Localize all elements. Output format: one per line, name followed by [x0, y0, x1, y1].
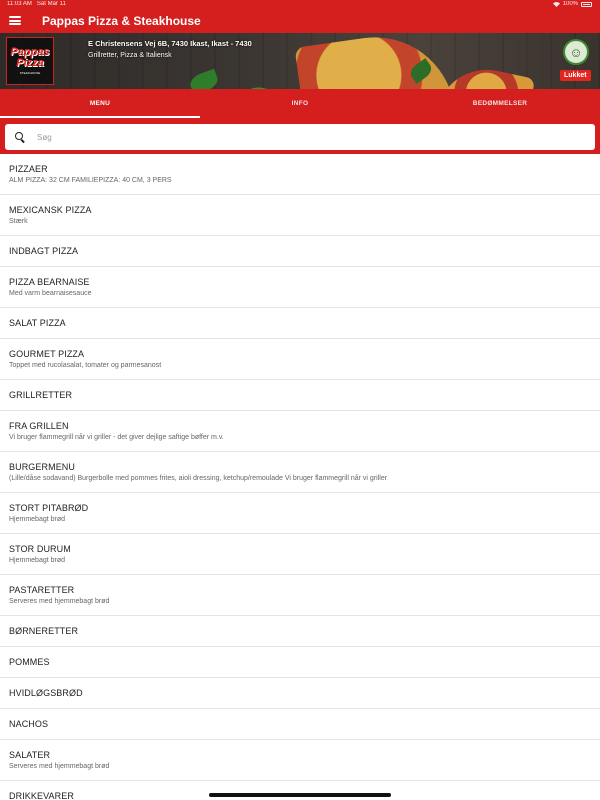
- item-description: Serveres med hjemmebagt brød: [9, 763, 110, 770]
- list-item[interactable]: DRIKKEVARER: [0, 781, 600, 800]
- item-title: SALAT PIZZA: [9, 318, 66, 328]
- tab-info[interactable]: INFO: [200, 89, 400, 118]
- list-item[interactable]: NACHOS: [0, 709, 600, 740]
- status-right: 100%: [552, 0, 592, 8]
- list-item[interactable]: BURGERMENU (Lille/dåse sodavand) Burgerbo…: [0, 452, 600, 493]
- item-title: FRA GRILLEN: [9, 421, 69, 431]
- item-description: ALM PIZZA: 32 CM FAMILIEPIZZA: 40 CM, 3 …: [9, 177, 172, 184]
- item-description: Serveres med hjemmebagt brød: [9, 598, 110, 605]
- list-item[interactable]: MEXICANSK PIZZA Stærk: [0, 195, 600, 236]
- item-title: NACHOS: [9, 719, 49, 729]
- restaurant-logo: Pappas Pizza STEAKHOUSE: [6, 37, 54, 85]
- battery-percent: 100%: [562, 1, 578, 7]
- list-item[interactable]: POMMES: [0, 647, 600, 678]
- search-input[interactable]: [37, 132, 595, 142]
- menu-button[interactable]: [0, 8, 30, 33]
- hamburger-icon: [9, 16, 21, 25]
- app-bar: Pappas Pizza & Steakhouse: [0, 8, 600, 33]
- tab-reviews[interactable]: BEDØMMELSER: [400, 89, 600, 118]
- item-description: Toppet med rucolasalat, tomater og parme…: [9, 362, 162, 369]
- item-title: MEXICANSK PIZZA: [9, 205, 92, 215]
- list-item[interactable]: STOR DURUM Hjemmebagt brød: [0, 534, 600, 575]
- item-title: BURGERMENU: [9, 462, 76, 472]
- item-title: PASTARETTER: [9, 585, 75, 595]
- status-time-date: 11:03 AM Sat Mar 11: [7, 0, 66, 8]
- list-item[interactable]: SALAT PIZZA: [0, 308, 600, 339]
- list-item[interactable]: GRILLRETTER: [0, 380, 600, 411]
- list-item[interactable]: PASTARETTER Serveres med hjemmebagt brød: [0, 575, 600, 616]
- list-item[interactable]: HVIDLØGSBRØD: [0, 678, 600, 709]
- item-title: INDBAGT PIZZA: [9, 246, 79, 256]
- home-indicator[interactable]: [209, 793, 391, 797]
- item-title: GRILLRETTER: [9, 390, 73, 400]
- item-description: Vi bruger flammegrill når vi griller - d…: [9, 434, 224, 441]
- logo-text-bottom: Pizza: [16, 57, 44, 69]
- top-bar: 11:03 AM Sat Mar 11 100% Pappas Pizza & …: [0, 0, 600, 33]
- list-item[interactable]: PIZZA BEARNAISE Med varm bearnaisesauce: [0, 267, 600, 308]
- item-description: Stærk: [9, 218, 28, 225]
- item-title: POMMES: [9, 657, 50, 667]
- item-title: STOR DURUM: [9, 544, 71, 554]
- menu-category-list: PIZZAER ALM PIZZA: 32 CM FAMILIEPIZZA: 40…: [0, 154, 600, 800]
- status-time: 11:03 AM: [7, 1, 32, 7]
- tab-bar: MENU INFO BEDØMMELSER: [0, 89, 600, 118]
- tab-menu[interactable]: MENU: [0, 89, 200, 118]
- item-title: GOURMET PIZZA: [9, 349, 85, 359]
- status-date: Sat Mar 11: [36, 1, 66, 7]
- item-title: STORT PITABRØD: [9, 503, 89, 513]
- item-title: PIZZAER: [9, 164, 48, 174]
- app-title: Pappas Pizza & Steakhouse: [42, 13, 201, 28]
- search-icon: [15, 132, 25, 142]
- status-badge: Lukket: [560, 70, 591, 81]
- restaurant-info: E Christensens Vej 6B, 7430 Ikast, Ikast…: [88, 39, 252, 59]
- status-bar: 11:03 AM Sat Mar 11 100%: [0, 0, 600, 8]
- item-title: SALATER: [9, 750, 51, 760]
- list-item[interactable]: GOURMET PIZZA Toppet med rucolasalat, tom…: [0, 339, 600, 380]
- list-item[interactable]: FRA GRILLEN Vi bruger flammegrill når vi …: [0, 411, 600, 452]
- item-title: BØRNERETTER: [9, 626, 79, 636]
- wifi-icon: [552, 1, 560, 7]
- restaurant-categories: Grillretter, Pizza & Italiensk: [88, 52, 172, 59]
- item-description: Med varm bearnaisesauce: [9, 290, 92, 297]
- list-item[interactable]: SALATER Serveres med hjemmebagt brød: [0, 740, 600, 781]
- list-item[interactable]: INDBAGT PIZZA: [0, 236, 600, 267]
- search-bar-container: [0, 118, 600, 154]
- item-description: (Lille/dåse sodavand) Burgerbolle med po…: [9, 475, 388, 482]
- item-description: Hjemmebagt brød: [9, 516, 66, 523]
- search-bar[interactable]: [5, 124, 595, 150]
- logo-subtext: STEAKHOUSE: [19, 71, 41, 75]
- item-description: Hjemmebagt brød: [9, 557, 66, 564]
- item-title: PIZZA BEARNAISE: [9, 277, 90, 287]
- list-item[interactable]: STORT PITABRØD Hjemmebagt brød: [0, 493, 600, 534]
- battery-icon: [581, 1, 592, 7]
- item-title: HVIDLØGSBRØD: [9, 688, 83, 698]
- restaurant-address: E Christensens Vej 6B, 7430 Ikast, Ikast…: [88, 39, 252, 48]
- list-item[interactable]: PIZZAER ALM PIZZA: 32 CM FAMILIEPIZZA: 40…: [0, 154, 600, 195]
- list-item[interactable]: BØRNERETTER: [0, 616, 600, 647]
- restaurant-banner: Pappas Pizza STEAKHOUSE E Christensens V…: [0, 33, 600, 89]
- smiley-rating-icon[interactable]: ☺: [563, 39, 589, 65]
